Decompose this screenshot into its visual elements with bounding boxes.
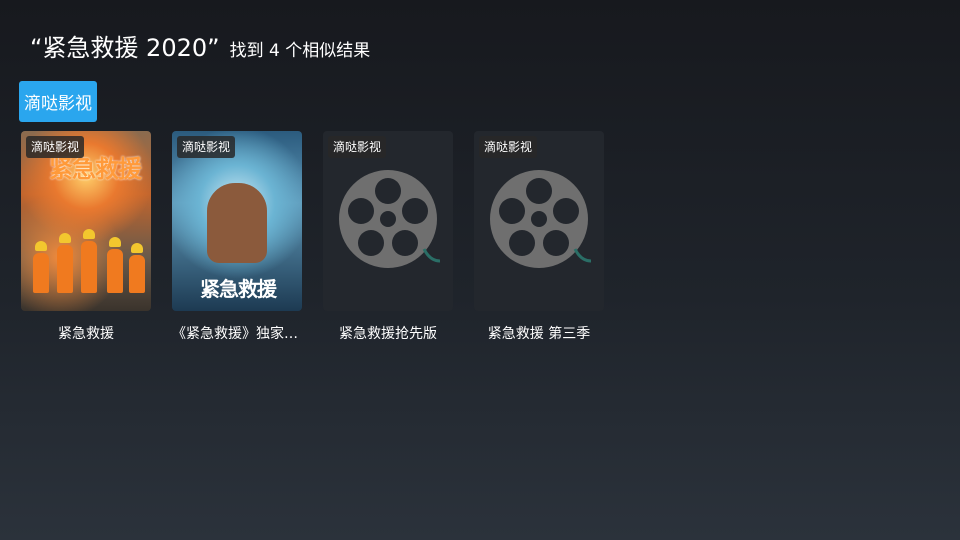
film-reel-icon: [490, 170, 592, 268]
film-reel-icon: [339, 170, 441, 268]
poster-placeholder[interactable]: 滴哒影视: [323, 131, 453, 311]
poster-placeholder[interactable]: 滴哒影视: [474, 131, 604, 311]
poster-art: 紧急救援: [21, 131, 151, 311]
poster-image[interactable]: 紧急救援 滴哒影视: [21, 131, 151, 311]
poster-art: 紧急救援: [172, 131, 302, 311]
result-card[interactable]: 滴哒影视 紧急救援 第三季: [474, 131, 606, 343]
source-tab-didaa[interactable]: 滴哒影视: [19, 81, 97, 122]
search-query: “紧急救援 2020”: [30, 34, 220, 62]
source-badge: 滴哒影视: [328, 136, 387, 158]
result-card[interactable]: 紧急救援 滴哒影视 紧急救援: [21, 131, 153, 343]
result-count: 找到 4 个相似结果: [229, 41, 371, 61]
search-header: “紧急救援 2020” 找到 4 个相似结果: [30, 28, 370, 63]
poster-image[interactable]: 紧急救援 滴哒影视: [172, 131, 302, 311]
poster-title-art: 紧急救援: [200, 277, 277, 301]
source-badge: 滴哒影视: [26, 136, 85, 158]
result-title[interactable]: 紧急救援抢先版: [323, 323, 453, 343]
source-badge: 滴哒影视: [479, 136, 538, 158]
result-title[interactable]: 紧急救援: [21, 323, 151, 343]
source-badge: 滴哒影视: [177, 136, 236, 158]
result-title[interactable]: 紧急救援 第三季: [474, 323, 604, 343]
result-title[interactable]: 《紧急救援》独家纪录片: [172, 323, 302, 343]
result-card[interactable]: 紧急救援 滴哒影视 《紧急救援》独家纪录片: [172, 131, 304, 343]
result-card[interactable]: 滴哒影视 紧急救援抢先版: [323, 131, 455, 343]
